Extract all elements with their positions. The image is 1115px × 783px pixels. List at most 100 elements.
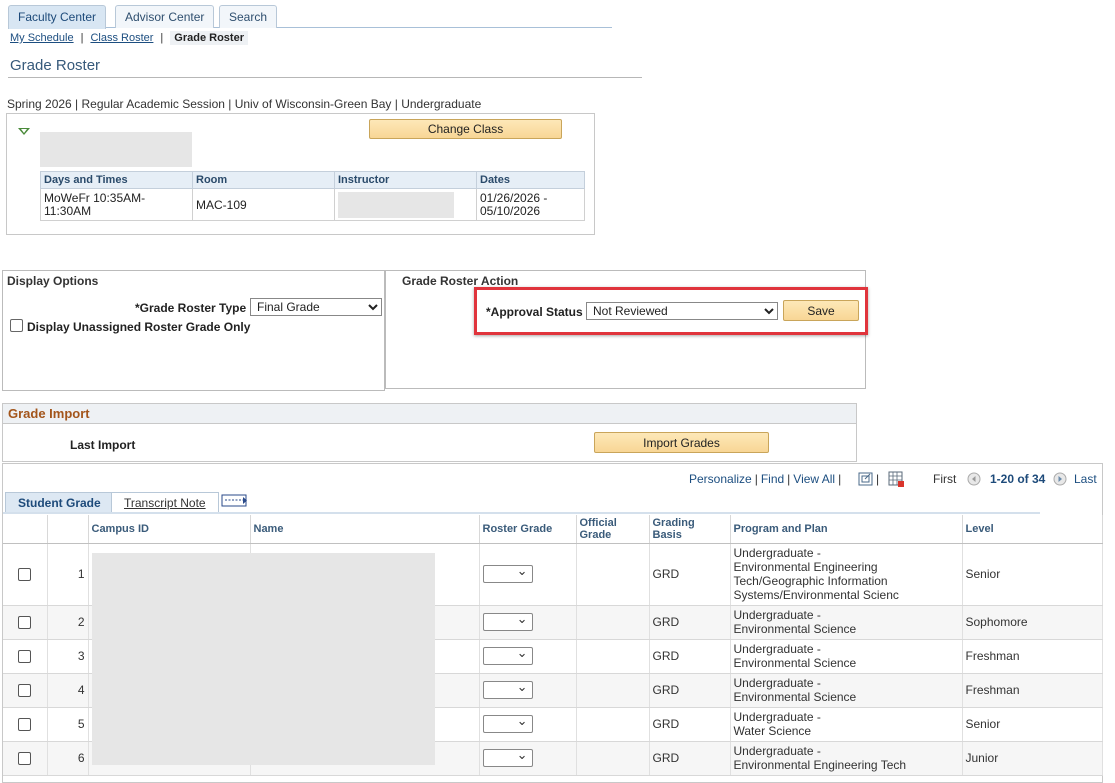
breadcrumb: My Schedule | Class Roster | Grade Roster: [10, 31, 248, 45]
row-select-cell: [3, 639, 48, 674]
first-label: First: [933, 472, 957, 486]
grade-roster-current: Grade Roster: [170, 31, 248, 45]
grading-basis-cell: GRD: [649, 741, 731, 776]
class-roster-link[interactable]: Class Roster: [90, 32, 153, 44]
separator: |: [80, 32, 84, 44]
col-official-grade: Official Grade: [576, 515, 650, 544]
zoom-grid-icon[interactable]: [858, 472, 873, 486]
roster-grade-select[interactable]: [482, 747, 533, 767]
view-all-link[interactable]: View All: [793, 472, 835, 486]
official-grade-cell: [576, 639, 650, 674]
row-checkbox[interactable]: [18, 616, 32, 630]
tab-advisor-center[interactable]: Advisor Center: [115, 5, 215, 28]
level-cell: Sophomore: [962, 605, 1103, 640]
row-checkbox[interactable]: [18, 718, 32, 732]
level-cell: Junior: [962, 741, 1103, 776]
col-instructor: Instructor: [334, 171, 477, 189]
col-select: [3, 515, 48, 544]
row-checkbox[interactable]: [18, 650, 32, 664]
display-options-panel: Display Options *Grade Roster Type Final…: [2, 270, 385, 391]
row-checkbox[interactable]: [18, 684, 32, 698]
last-link[interactable]: Last: [1074, 472, 1097, 486]
col-roster-grade: Roster Grade: [479, 515, 577, 544]
col-room: Room: [192, 171, 335, 189]
roster-grade-cell: [479, 639, 577, 674]
roster-grade-cell: [479, 543, 577, 606]
col-days-times: Days and Times: [40, 171, 193, 189]
tab-label: Student Grade: [18, 496, 101, 510]
roster-grade-select[interactable]: [482, 563, 533, 583]
grading-basis-cell: GRD: [649, 707, 731, 742]
days-times-value: MoWeFr 10:35AM- 11:30AM: [40, 188, 193, 221]
download-spreadsheet-icon[interactable]: [888, 471, 904, 487]
tab-student-grade[interactable]: Student Grade: [5, 492, 114, 513]
col-grading-basis: Grading Basis: [649, 515, 731, 544]
level-cell: Freshman: [962, 639, 1103, 674]
unassigned-only-checkbox[interactable]: [10, 319, 23, 332]
grade-import-header: Grade Import: [2, 403, 857, 424]
grading-basis-cell: GRD: [649, 639, 731, 674]
row-select-cell: [3, 543, 48, 606]
grid-toolbar: Personalize | Find | View All |: [689, 472, 842, 486]
redacted-student-ids-names: [92, 553, 435, 765]
top-tab-bar: Faculty Center Advisor Center Search: [8, 5, 612, 29]
page-range: 1-20 of 34: [990, 472, 1046, 486]
tab-divider: [3, 512, 1040, 514]
personalize-link[interactable]: Personalize: [689, 472, 752, 486]
separator: |: [160, 32, 164, 44]
row-checkbox[interactable]: [18, 752, 32, 766]
grade-roster-type-label: *Grade Roster Type: [135, 301, 247, 315]
my-schedule-link[interactable]: My Schedule: [10, 32, 74, 44]
row-num: 2: [47, 605, 89, 640]
row-checkbox[interactable]: [18, 568, 32, 582]
tab-faculty-center[interactable]: Faculty Center: [8, 5, 107, 29]
tab-label: Advisor Center: [125, 10, 205, 24]
redacted-instructor: [338, 191, 454, 218]
col-program-plan: Program and Plan: [730, 515, 963, 544]
room-value: MAC-109: [192, 188, 335, 221]
class-info-box: Change Class Days and Times Room Instruc…: [6, 113, 595, 235]
dates-value: 01/26/2026 - 05/10/2026: [476, 188, 585, 221]
program-plan-cell: Undergraduate - Water Science: [730, 707, 963, 742]
program-plan-cell: Undergraduate - Environmental Science: [730, 673, 963, 708]
grade-roster-action-title: Grade Roster Action: [402, 274, 519, 288]
meeting-table: Days and Times Room Instructor Dates MoW…: [40, 171, 585, 221]
title-divider: [8, 77, 642, 78]
tab-transcript-note[interactable]: Transcript Note: [111, 492, 219, 513]
next-page-icon[interactable]: [1053, 472, 1067, 486]
col-row-num: [47, 515, 89, 544]
find-link[interactable]: Find: [761, 472, 784, 486]
tab-search[interactable]: Search: [219, 5, 278, 28]
term-info: Spring 2026 | Regular Academic Session |…: [7, 97, 482, 111]
grade-roster-type-select[interactable]: Final Grade: [250, 298, 382, 316]
grade-import-body: Last Import Import Grades: [2, 423, 857, 462]
roster-grade-cell: [479, 605, 577, 640]
change-class-button[interactable]: Change Class: [369, 119, 562, 139]
official-grade-cell: [576, 741, 650, 776]
redacted-class-name: [40, 132, 192, 167]
previous-page-icon[interactable]: [967, 472, 981, 486]
official-grade-cell: [576, 605, 650, 640]
level-cell: Senior: [962, 707, 1103, 742]
roster-grade-select[interactable]: [482, 645, 533, 665]
last-import-label: Last Import: [70, 438, 136, 452]
level-cell: Senior: [962, 543, 1103, 606]
import-grades-button[interactable]: Import Grades: [594, 432, 769, 453]
row-select-cell: [3, 741, 48, 776]
show-all-columns-icon[interactable]: [221, 494, 249, 508]
tab-label: Faculty Center: [18, 10, 97, 24]
collapse-triangle-icon[interactable]: [18, 128, 30, 135]
row-select-cell: [3, 673, 48, 708]
roster-grade-select[interactable]: [482, 679, 533, 699]
col-level: Level: [962, 515, 1103, 544]
row-num: 1: [47, 543, 89, 606]
row-select-cell: [3, 605, 48, 640]
row-select-cell: [3, 707, 48, 742]
roster-grade-select[interactable]: [482, 611, 533, 631]
unassigned-only-label: Display Unassigned Roster Grade Only: [27, 320, 251, 334]
col-name: Name: [250, 515, 480, 544]
highlight-annotation-box: [474, 287, 868, 335]
roster-grade-cell: [479, 673, 577, 708]
separator: |: [876, 472, 880, 486]
roster-grade-select[interactable]: [482, 713, 533, 733]
